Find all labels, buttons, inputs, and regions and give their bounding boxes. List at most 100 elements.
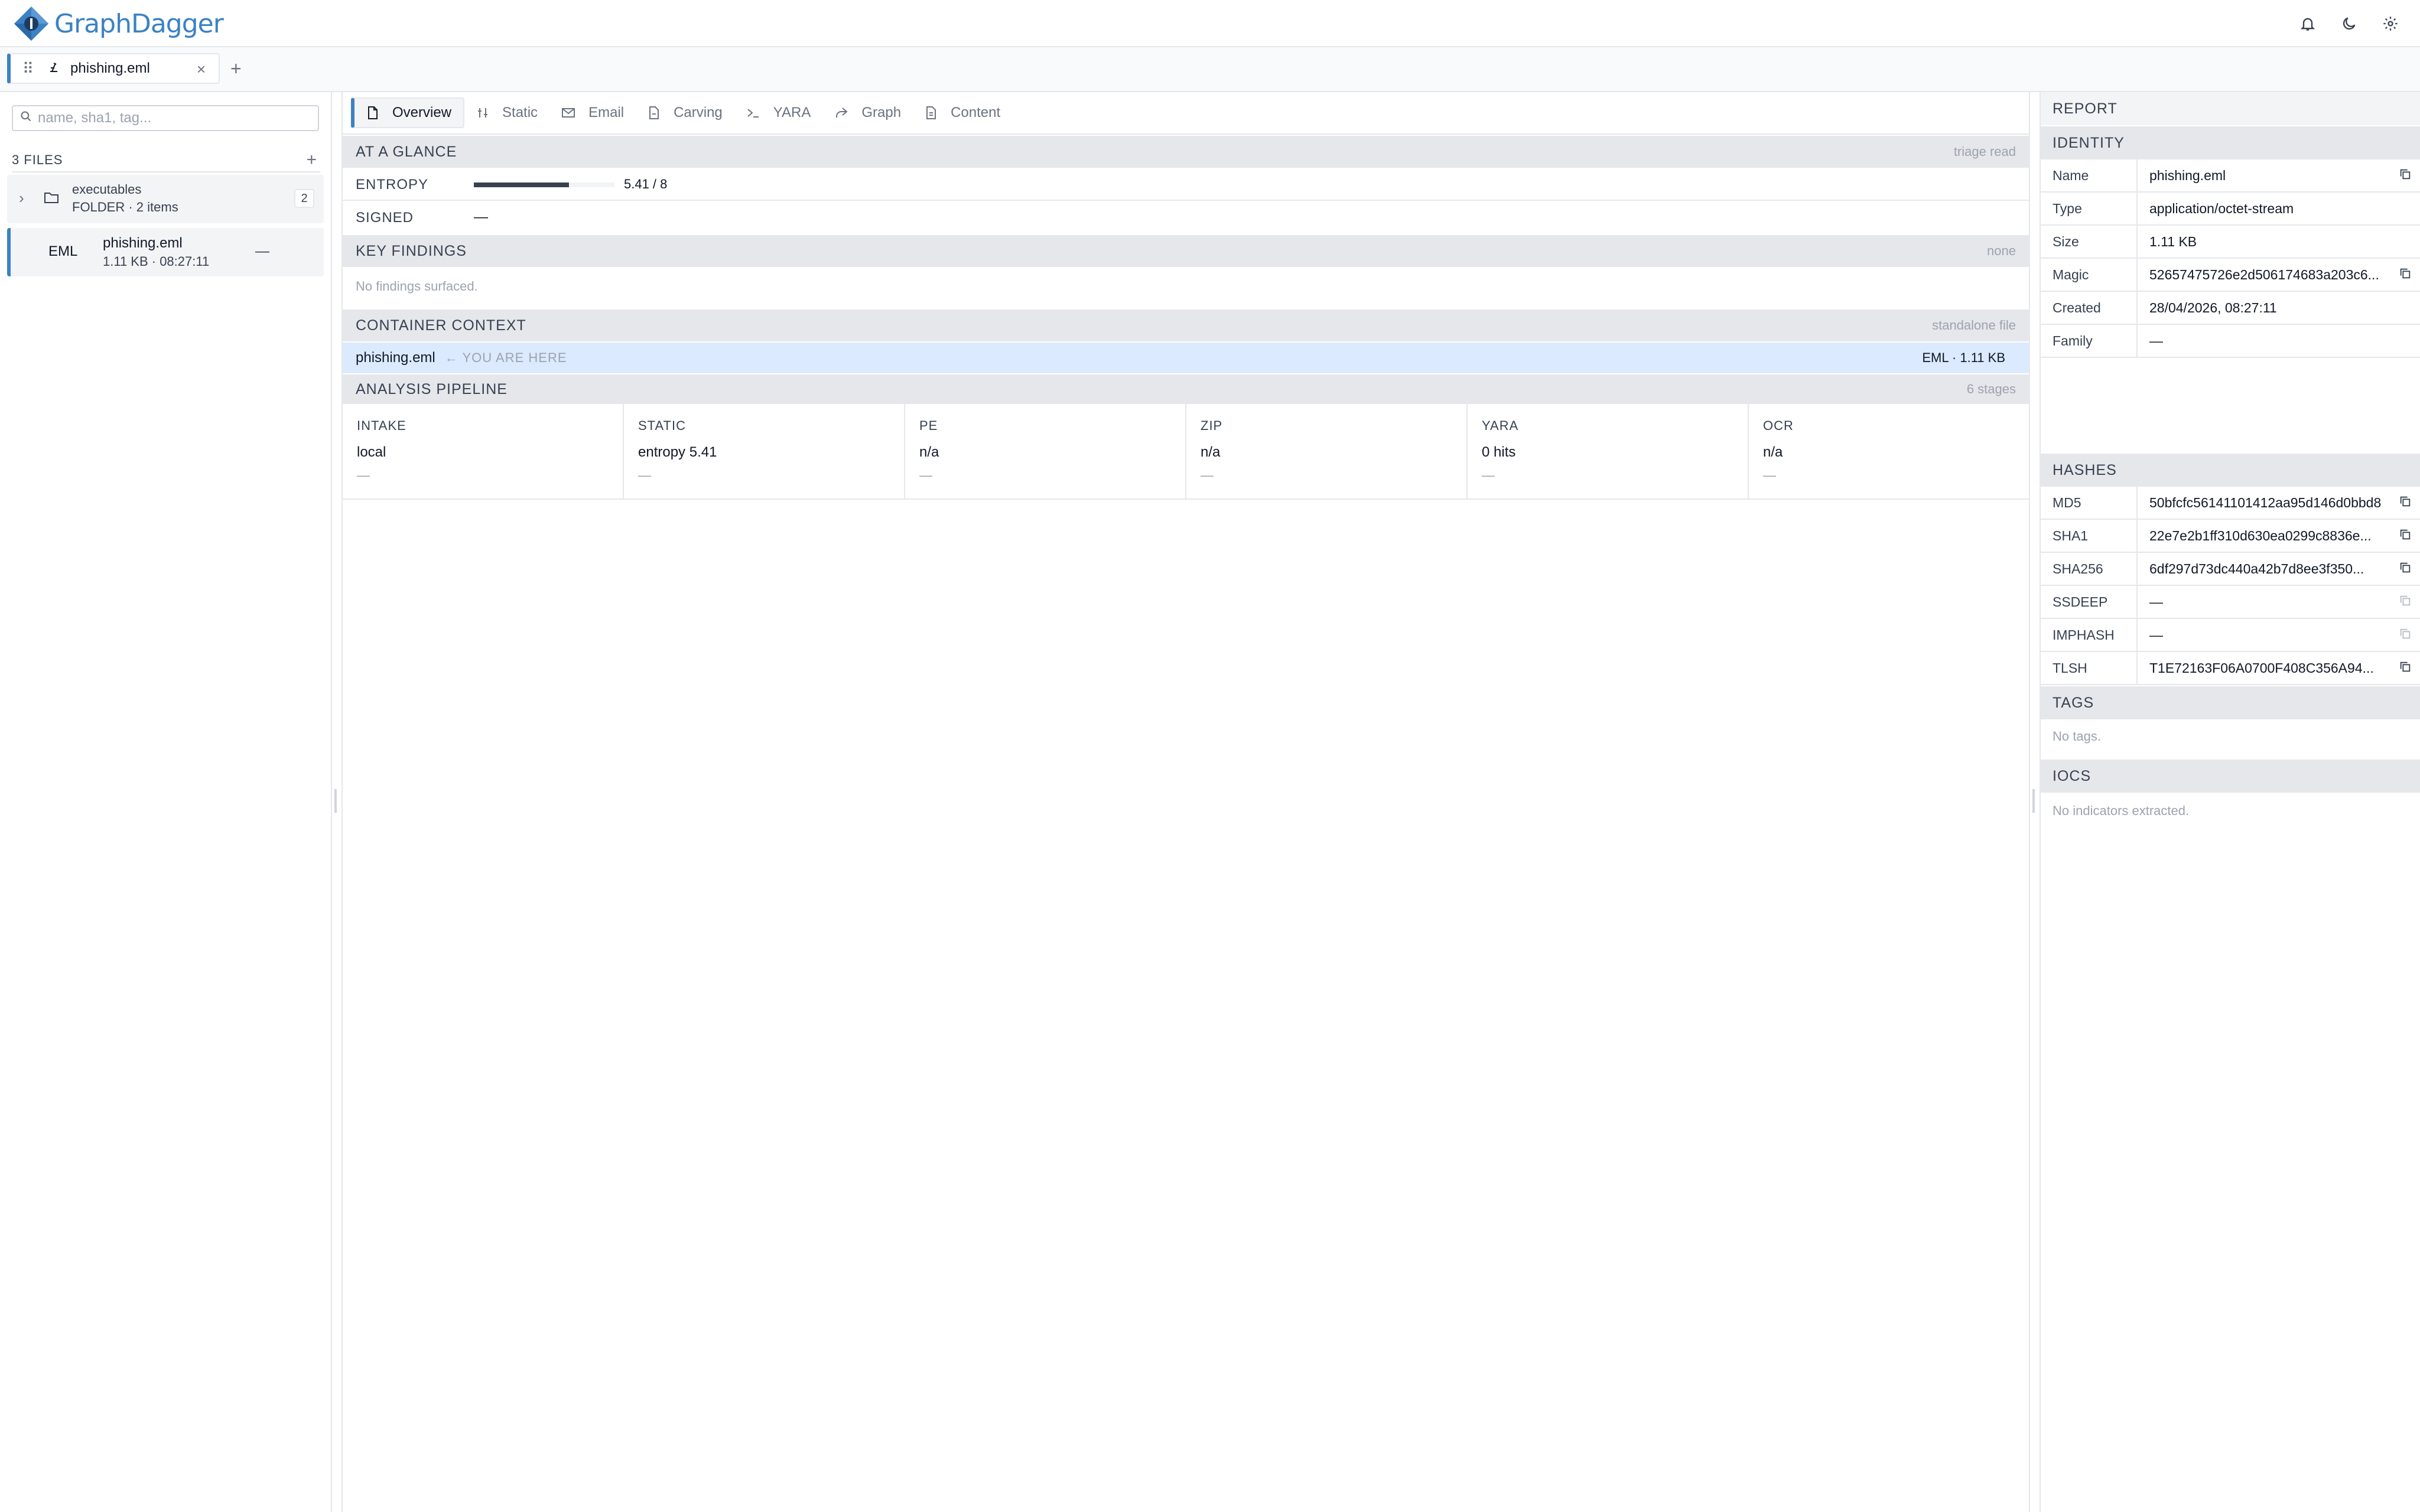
bell-icon[interactable] <box>2296 12 2320 35</box>
stage-value: local <box>357 444 386 460</box>
copy-icon[interactable] <box>2399 267 2412 284</box>
tab-overview[interactable]: Overview <box>351 97 465 128</box>
entropy-bar-fill <box>474 183 569 187</box>
stage-static: STATIC entropy 5.41 — <box>624 403 905 498</box>
tab-label: Static <box>502 105 538 120</box>
moon-icon[interactable] <box>2337 12 2361 35</box>
gear-icon[interactable] <box>2379 12 2402 35</box>
tab-content[interactable]: Content <box>913 97 1012 128</box>
search-box[interactable] <box>12 105 319 131</box>
column-divider <box>2136 652 2138 684</box>
signed-label: SIGNED <box>356 210 414 226</box>
stage-value: n/a <box>1201 444 1221 460</box>
tab-email[interactable]: Email <box>549 97 636 128</box>
stage-ocr: OCR n/a — <box>1749 403 2029 498</box>
document-tab-label: phishing.eml <box>70 60 150 76</box>
stage-detail: — <box>1763 468 1776 483</box>
hash-row-sha256: SHA256 6df297d73dc440a42b7d8ee3f350... <box>2041 553 2420 586</box>
context-current-file-row[interactable]: phishing.eml ← YOU ARE HERE EML · 1.11 K… <box>343 343 2029 373</box>
tab-label: Content <box>951 105 1001 120</box>
context-file-name: phishing.eml <box>356 350 435 366</box>
main-panel: Overview Static Email Carving YARA Graph… <box>341 92 2030 1512</box>
section-meta: 6 stages <box>1966 382 2016 396</box>
folder-item-executables[interactable]: › executables FOLDER · 2 items 2 <box>7 175 324 223</box>
findings-empty-text: No findings surfaced. <box>356 279 478 294</box>
column-divider <box>2136 259 2138 291</box>
stage-value: n/a <box>919 444 939 460</box>
add-file-button[interactable]: + <box>306 150 317 170</box>
tags-header: TAGS <box>2041 686 2420 719</box>
entropy-bar <box>474 183 614 187</box>
tab-label: Overview <box>392 105 452 120</box>
identity-value: 1.11 KB <box>2149 234 2197 249</box>
stage-yara: YARA 0 hits — <box>1468 403 1749 498</box>
tags-empty-text: No tags. <box>2053 729 2101 744</box>
section-title: KEY FINDINGS <box>356 242 467 259</box>
copy-icon[interactable] <box>2399 660 2412 677</box>
tab-static[interactable]: Static <box>464 97 549 128</box>
tab-label: Email <box>588 105 624 120</box>
folder-meta: FOLDER · 2 items <box>72 200 178 214</box>
identity-row-name: Name phishing.eml <box>2041 159 2420 193</box>
chevron-right-icon[interactable]: › <box>19 189 24 207</box>
report-panel: REPORT IDENTITY Name phishing.eml Type appl… <box>2040 92 2420 1512</box>
file-text-icon <box>926 106 936 119</box>
document-tab[interactable]: ⠿ phishing.eml × <box>7 53 220 84</box>
identity-row-size: Size 1.11 KB <box>2041 226 2420 259</box>
pipeline-stages: INTAKE local — STATIC entropy 5.41 — PE … <box>343 403 2029 500</box>
close-tab-icon[interactable]: × <box>197 60 206 79</box>
terminal-icon <box>747 109 759 118</box>
left-resize-handle[interactable] <box>334 789 337 813</box>
report-header: REPORT <box>2041 92 2420 125</box>
hash-key: SHA1 <box>2053 528 2089 543</box>
app-logo[interactable]: GraphDagger <box>13 5 224 43</box>
copy-icon[interactable] <box>2399 561 2412 578</box>
identity-value: phishing.eml <box>2149 168 2226 183</box>
right-resize-handle[interactable] <box>2032 789 2035 813</box>
hash-key: SHA256 <box>2053 561 2103 576</box>
identity-row-family: Family — <box>2041 325 2420 358</box>
add-tab-button[interactable]: + <box>230 58 242 80</box>
search-input[interactable] <box>38 110 310 126</box>
stage-value: entropy 5.41 <box>638 444 717 460</box>
stage-name: INTAKE <box>357 418 406 433</box>
container-context-header: CONTAINER CONTEXT standalone file <box>343 309 2029 341</box>
hash-row-tlsh: TLSH T1E72163F06A0700F408C356A94... <box>2041 652 2420 685</box>
iocs-header: IOCS <box>2041 760 2420 793</box>
document-tab-bar: ⠿ phishing.eml × + <box>0 47 2420 92</box>
section-meta: none <box>1987 243 2016 258</box>
you-are-here-label: ← YOU ARE HERE <box>444 350 567 365</box>
identity-key: Family <box>2053 333 2093 348</box>
column-divider <box>2136 487 2138 519</box>
tab-carving[interactable]: Carving <box>636 97 734 128</box>
files-header: 3 FILES + <box>12 149 320 172</box>
copy-icon[interactable] <box>2399 168 2412 185</box>
iocs-empty-text: No indicators extracted. <box>2053 803 2190 818</box>
hash-key: SSDEEP <box>2053 594 2108 610</box>
tab-yara[interactable]: YARA <box>734 97 823 128</box>
signed-row: SIGNED — <box>343 201 2029 234</box>
column-divider <box>2136 586 2138 618</box>
identity-row-created: Created 28/04/2026, 08:27:11 <box>2041 292 2420 325</box>
copy-icon[interactable] <box>2399 495 2412 512</box>
section-title: ANALYSIS PIPELINE <box>356 380 508 397</box>
hashes-header: HASHES <box>2041 454 2420 487</box>
key-findings-header: KEY FINDINGS none <box>343 235 2029 267</box>
folder-icon <box>44 190 59 208</box>
file-item-phishing-eml[interactable]: EML phishing.eml 1.11 KB · 08:27:11 — <box>7 228 324 276</box>
folder-count-badge: 2 <box>294 189 314 208</box>
stage-detail: — <box>357 468 370 483</box>
folder-name: executables <box>72 182 142 197</box>
stage-detail: — <box>1482 468 1495 483</box>
context-file-info: EML · 1.11 KB <box>1922 350 2005 365</box>
hash-value: 22e7e2b1ff310d630ea0299c8836e... <box>2149 528 2372 543</box>
drag-handle-icon[interactable]: ⠿ <box>22 60 34 78</box>
copy-icon[interactable] <box>2399 528 2412 545</box>
file-sidebar: 3 FILES + › executables FOLDER · 2 items… <box>0 92 332 1512</box>
hash-key: IMPHASH <box>2053 627 2115 643</box>
tab-graph[interactable]: Graph <box>822 97 913 128</box>
column-divider <box>2136 159 2138 191</box>
hash-value: 6df297d73dc440a42b7d8ee3f350... <box>2149 561 2364 576</box>
entropy-label: ENTROPY <box>356 177 429 193</box>
files-count-label: 3 FILES <box>12 152 63 167</box>
